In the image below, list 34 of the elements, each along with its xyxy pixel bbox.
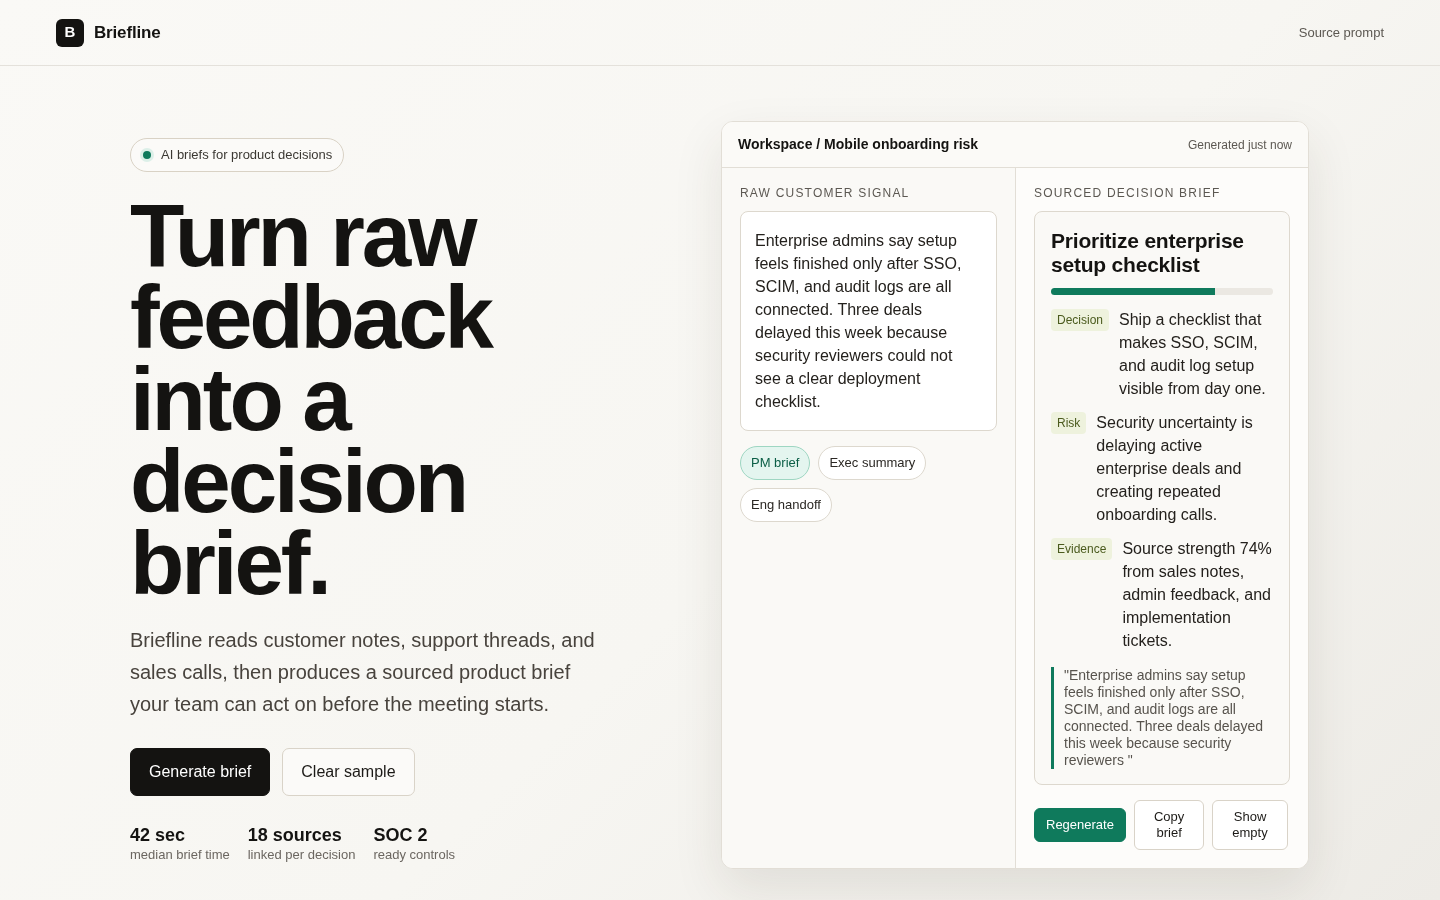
stat-label: ready controls — [373, 846, 456, 864]
brief-action-button[interactable]: Show empty — [1212, 800, 1288, 850]
source-quote: "Enterprise admins say setup feels finished only after SSO, SCIM, and audit logs are all connected. Three deals delayed this week because security reviewers " — [1051, 667, 1273, 769]
brief-tag: Decision — [1051, 309, 1110, 331]
generated-time: Generated just now — [1187, 136, 1292, 154]
brief-tag: Risk — [1051, 412, 1087, 434]
source-prompt-link[interactable]: Source prompt — [1298, 22, 1384, 43]
regenerate-button[interactable]: Regenerate — [1034, 808, 1126, 842]
brief-point: Ship a checklist that makes SSO, SCIM, and audit log setup visible from day one. — [1119, 310, 1267, 399]
format-chip[interactable]: PM brief — [740, 446, 811, 480]
stat-value: SOC 2 — [373, 824, 429, 846]
section-label: SOURCED DECISION BRIEF — [1034, 185, 1222, 201]
clear-button[interactable]: Clear sample — [282, 748, 415, 796]
stat-value: 42 sec — [130, 824, 187, 846]
stat-label: median brief time — [130, 846, 230, 864]
workspace-breadcrumb: Workspace / Mobile onboarding risk — [738, 135, 979, 154]
status-dot-icon — [140, 148, 154, 162]
badge-text: AI briefs for product decisions — [161, 146, 333, 165]
logo-mark: B — [56, 18, 84, 47]
format-chip[interactable]: Exec summary — [818, 446, 927, 480]
generate-button[interactable]: Generate brief — [130, 748, 271, 796]
section-label: RAW CUSTOMER SIGNAL — [740, 185, 911, 201]
hero-description: Briefline reads customer notes, support threads, and sales calls, then produces a sourced product brief your team can act on before the meeting starts. — [130, 628, 596, 717]
format-chip[interactable]: Eng handoff — [740, 488, 832, 522]
brief-point: Security uncertainty is delaying active enterprise deals and creating repeated onboarding calls. — [1096, 413, 1254, 525]
brand-name: Briefline — [94, 21, 161, 44]
stat-value: 18 sources — [247, 824, 343, 846]
brief-title: Prioritize enterprise setup checklist — [1051, 229, 1245, 277]
stat-label: linked per decision — [247, 846, 356, 864]
brief-tag: Evidence — [1051, 538, 1113, 560]
signal-text-box[interactable]: Enterprise admins say setup feels finished only after SSO, SCIM, and audit logs are all connected. Three deals delayed this week because security reviewers could not see a clear deployment checklist. — [740, 211, 997, 431]
brief-point: Source strength 74% from sales notes, admin feedback, and implementation tickets. — [1122, 539, 1273, 651]
hero-headline: Turn raw feedback into a decision brief. — [130, 194, 493, 604]
brief-action-button[interactable]: Copy brief — [1133, 800, 1205, 850]
